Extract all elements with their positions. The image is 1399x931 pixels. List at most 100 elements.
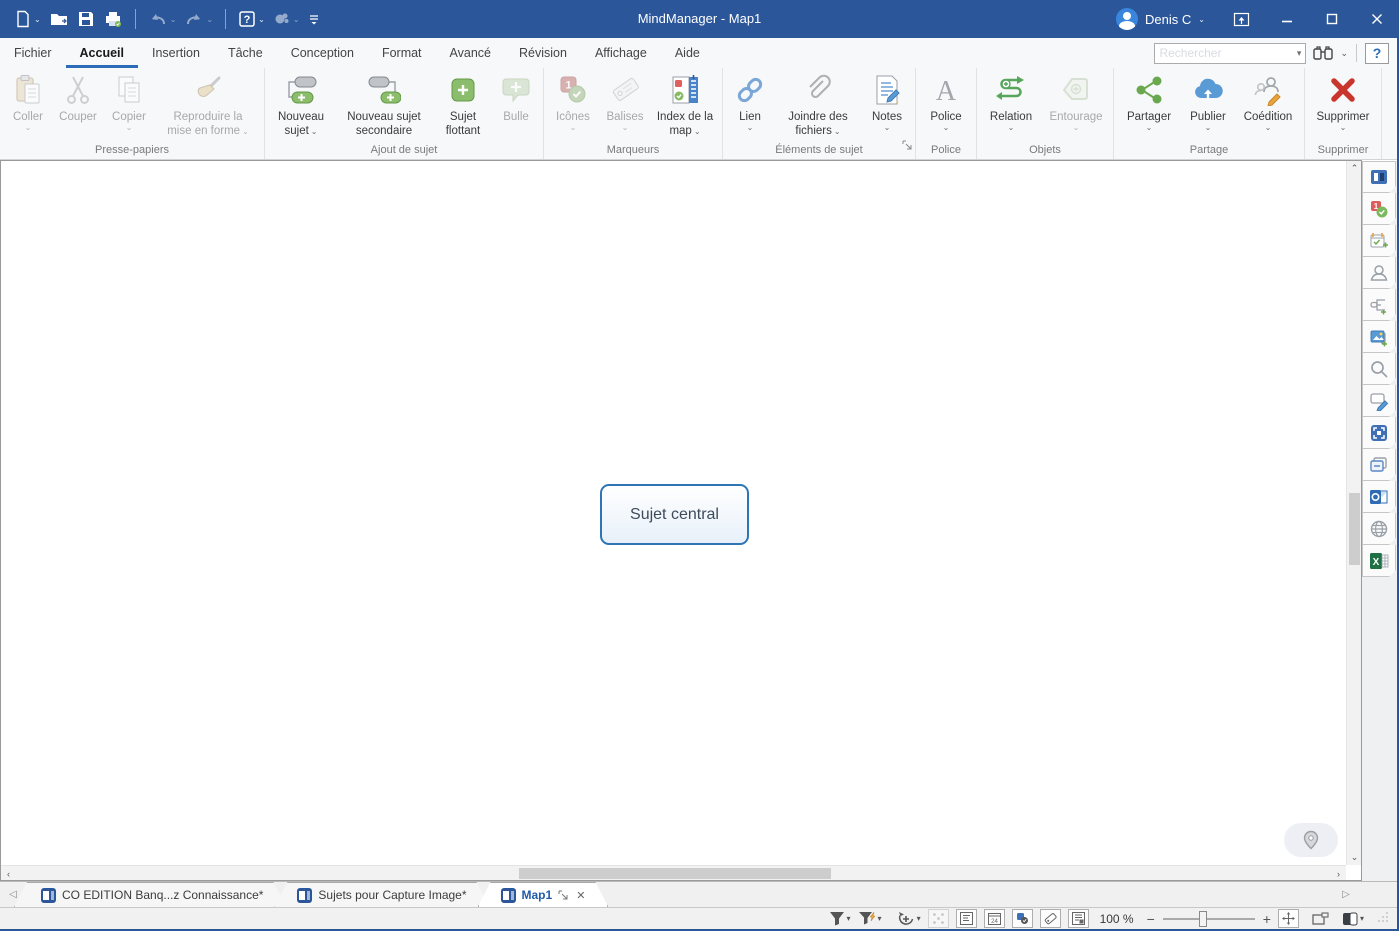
touch-mode-button[interactable]: ⌄: [271, 9, 302, 29]
tab-accueil[interactable]: Accueil: [66, 40, 138, 68]
print-button[interactable]: [101, 8, 125, 30]
dialog-launcher-icon[interactable]: [902, 137, 912, 155]
attach-files-button[interactable]: Joindre des fichiers⌄: [775, 70, 861, 140]
new-subtopic-button[interactable]: Nouveau sujet secondaire: [335, 70, 433, 140]
scroll-right-icon[interactable]: ›: [1331, 866, 1346, 881]
document-tab-label: CO EDITION Banq...z Connaissance*: [62, 888, 263, 902]
doc-tabs-scroll-right-icon[interactable]: ▷: [1333, 882, 1359, 907]
help-button-qat[interactable]: ? ⌄: [236, 8, 267, 30]
resize-grip[interactable]: [1377, 911, 1389, 926]
close-tab-icon[interactable]: ✕: [576, 889, 585, 902]
tab-insertion[interactable]: Insertion: [138, 40, 214, 68]
notes-button[interactable]: Notes⌄: [863, 70, 911, 132]
theme-button[interactable]: ▾: [1342, 912, 1364, 926]
scroll-down-icon[interactable]: ⌄: [1347, 850, 1362, 865]
markers-view-button[interactable]: [1012, 909, 1033, 928]
popout-tab-icon[interactable]: [558, 890, 568, 900]
web-pane-tab[interactable]: [1362, 513, 1396, 545]
quick-filter-add-button[interactable]: ▾: [897, 910, 921, 928]
open-file-button[interactable]: [47, 8, 71, 30]
search-input[interactable]: [1155, 46, 1285, 60]
fit-map-button[interactable]: [1278, 909, 1299, 928]
format-painter-button[interactable]: Reproduire la mise en forme⌄: [156, 70, 260, 140]
map-index-button[interactable]: Index de la map⌄: [652, 70, 718, 140]
library-pane-icon: [1369, 327, 1389, 347]
copy-button[interactable]: Copier⌄: [104, 70, 154, 132]
maximize-button[interactable]: [1309, 0, 1354, 38]
map-parts-pane-tab[interactable]: [1362, 289, 1396, 321]
tab-revision[interactable]: Révision: [505, 40, 581, 68]
help-button[interactable]: ?: [1365, 43, 1389, 64]
tab-fichier[interactable]: Fichier: [0, 40, 66, 68]
advanced-search-icon[interactable]: [1312, 44, 1334, 62]
vertical-scrollbar[interactable]: ⌃ ⌄: [1346, 161, 1361, 865]
icons-marker-button[interactable]: 1 Icônes⌄: [548, 70, 598, 132]
filter-button[interactable]: ▾: [829, 911, 851, 926]
scroll-left-icon[interactable]: ‹: [1, 866, 16, 881]
new-document-button[interactable]: ⌄: [12, 8, 43, 30]
search-dropdown-icon[interactable]: ▾: [1297, 48, 1306, 59]
document-tab[interactable]: CO EDITION Banq...z Connaissance*: [14, 882, 286, 907]
publish-button[interactable]: Publier⌄: [1182, 70, 1234, 132]
markers-pane-tab[interactable]: 1: [1362, 193, 1396, 225]
outlook-pane-tab[interactable]: [1362, 481, 1396, 513]
document-tab[interactable]: Sujets pour Capture Image*: [274, 882, 489, 907]
callout-button[interactable]: Bulle: [493, 70, 539, 125]
index-view-button[interactable]: [1068, 909, 1089, 928]
chevron-down-icon[interactable]: ⌄: [1340, 48, 1348, 59]
zoom-in-icon[interactable]: +: [1263, 911, 1271, 927]
document-tab-active[interactable]: Map1 ✕: [478, 882, 609, 907]
tab-avance[interactable]: Avancé: [436, 40, 505, 68]
tags-button[interactable]: Balises⌄: [600, 70, 650, 132]
zoom-out-icon[interactable]: −: [1147, 911, 1155, 927]
power-filter-button[interactable]: ▾: [858, 911, 882, 926]
customize-qat-button[interactable]: [306, 10, 322, 28]
excel-pane-tab[interactable]: X: [1362, 545, 1396, 577]
map-index-pane-tab[interactable]: [1362, 161, 1396, 193]
search-pane-tab[interactable]: [1362, 353, 1396, 385]
paste-button[interactable]: Coller⌄: [4, 70, 52, 132]
central-topic[interactable]: Sujet central: [600, 484, 749, 545]
vertical-scrollbar-thumb[interactable]: [1349, 493, 1360, 565]
relationship-button[interactable]: Relation⌄: [981, 70, 1041, 132]
horizontal-scrollbar-thumb[interactable]: [519, 868, 831, 879]
capture-pane-tab[interactable]: [1362, 417, 1396, 449]
format-pane-tab[interactable]: [1362, 385, 1396, 417]
close-button[interactable]: [1354, 0, 1399, 38]
tab-aide[interactable]: Aide: [661, 40, 714, 68]
location-pin-button[interactable]: [1284, 823, 1338, 857]
scroll-up-icon[interactable]: ⌃: [1347, 161, 1362, 176]
minimize-button[interactable]: [1264, 0, 1309, 38]
new-topic-button[interactable]: Nouveau sujet⌄: [269, 70, 333, 140]
redo-button[interactable]: ⌄: [182, 9, 215, 29]
floating-topic-button[interactable]: Sujet flottant: [435, 70, 491, 140]
link-button[interactable]: Lien⌄: [727, 70, 773, 132]
schedule-view-button[interactable]: 24: [984, 909, 1005, 928]
coediting-button[interactable]: Coédition⌄: [1236, 70, 1300, 132]
horizontal-scrollbar[interactable]: ‹ ›: [1, 865, 1346, 880]
tab-tache[interactable]: Tâche: [214, 40, 277, 68]
zoom-slider-track[interactable]: [1163, 918, 1255, 920]
tags-view-button[interactable]: [1040, 909, 1061, 928]
save-button[interactable]: [75, 8, 97, 30]
tasks-pane-tab[interactable]: [1362, 225, 1396, 257]
map-canvas[interactable]: Sujet central ⌃ ⌄ ‹ ›: [0, 160, 1362, 881]
resources-pane-tab[interactable]: [1362, 257, 1396, 289]
boundary-button[interactable]: Entourage⌄: [1043, 70, 1109, 132]
library-pane-tab[interactable]: [1362, 321, 1396, 353]
user-account-button[interactable]: Denis C ⌄: [1102, 8, 1219, 30]
zoom-slider-thumb[interactable]: [1199, 911, 1207, 927]
tab-affichage[interactable]: Affichage: [581, 40, 661, 68]
undo-button[interactable]: ⌄: [146, 9, 179, 29]
outline-view-button[interactable]: [956, 909, 977, 928]
presentation-mode-button[interactable]: [1312, 912, 1329, 926]
cut-button[interactable]: Couper: [54, 70, 102, 125]
tab-format[interactable]: Format: [368, 40, 436, 68]
files-pane-tab[interactable]: [1362, 449, 1396, 481]
delete-button[interactable]: Supprimer⌄: [1309, 70, 1377, 132]
font-button[interactable]: A Police⌄: [920, 70, 972, 132]
share-button[interactable]: Partager⌄: [1118, 70, 1180, 132]
expand-view-icon: [932, 912, 945, 925]
ribbon-display-options-button[interactable]: [1219, 0, 1264, 38]
tab-conception[interactable]: Conception: [277, 40, 368, 68]
